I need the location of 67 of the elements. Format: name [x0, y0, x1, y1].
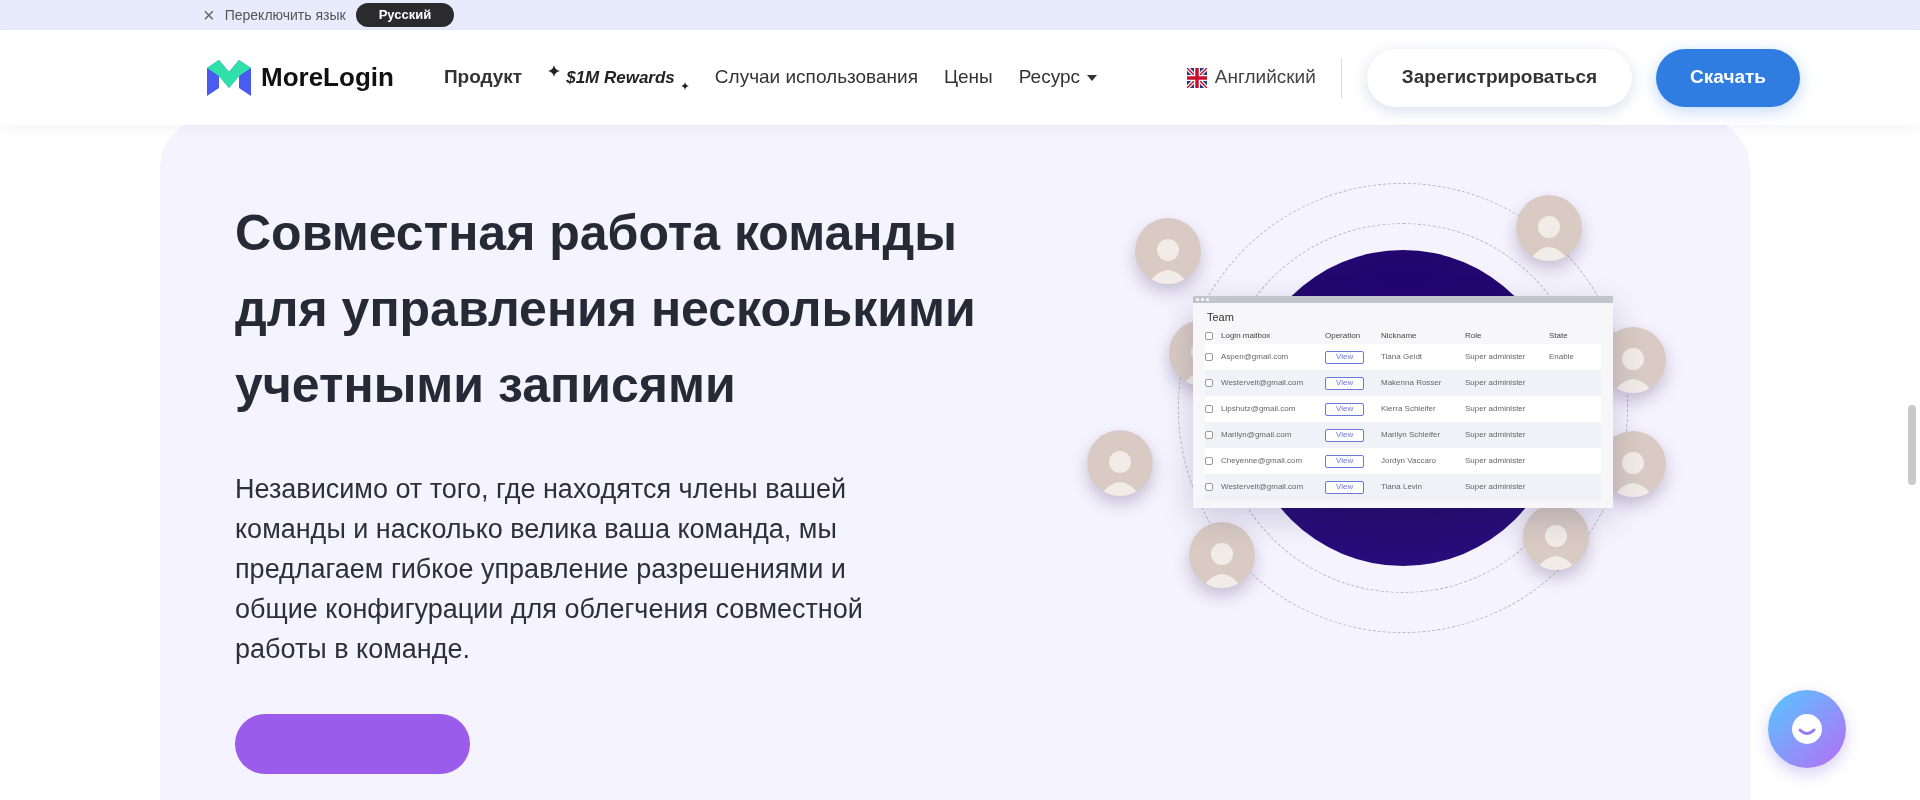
view-button[interactable]: View	[1325, 376, 1365, 390]
hero-description: Независимо от того, где находятся члены вашей команды и насколько велика ваша команда, мы предлагаем гибкое управление разрешениями и общие конфигурации для облегчения совместной работы в команде.	[235, 473, 864, 666]
table-cell: Enable	[1549, 351, 1574, 364]
caret-icon	[1086, 73, 1098, 82]
language-text: Английский	[1214, 65, 1316, 90]
avatar-placeholder	[1189, 522, 1255, 588]
checkbox[interactable]	[1205, 483, 1213, 492]
table-cell: Westervelt@gmail.com	[1221, 481, 1304, 494]
language-prompt: Переключить язык	[224, 5, 346, 25]
language-button[interactable]: Русский	[355, 3, 455, 27]
sparkle-icon	[680, 82, 689, 91]
register-button[interactable]: Зарегистрироваться	[1366, 48, 1633, 107]
hero-title: Совместная работа команды для управления несколькими учетными записями	[235, 204, 977, 415]
checkbox[interactable]	[1205, 332, 1213, 341]
download-button[interactable]: Скачать	[1656, 48, 1800, 107]
nav-link[interactable]: Случаи использования	[714, 63, 918, 92]
checkbox[interactable]	[1205, 405, 1213, 414]
table-cell: Cheyenne@gmail.com	[1221, 455, 1303, 468]
view-button[interactable]: View	[1325, 428, 1365, 442]
table-cell: Lipshutz@gmail.com	[1221, 403, 1296, 416]
checkbox[interactable]	[1205, 379, 1213, 388]
avatar-placeholder	[1087, 430, 1153, 496]
logo-icon	[205, 57, 253, 98]
rewards-link[interactable]: $1M Rewards	[548, 64, 689, 91]
table-cell: Jordyn Vaccaro	[1381, 455, 1436, 468]
chat-button[interactable]	[1768, 690, 1846, 768]
nav-link[interactable]: Продукт	[443, 63, 523, 92]
avatar-placeholder	[1516, 195, 1582, 261]
table-cell: Marilyn@gmail.com	[1221, 429, 1292, 442]
logo-text: MoreLogin	[261, 61, 394, 94]
nav-dropdown[interactable]: Ресурс	[1018, 63, 1098, 92]
close-button[interactable]: ×	[203, 5, 215, 25]
table-cell: Aspen@gmail.com	[1221, 351, 1289, 364]
table-cell: Super administer	[1465, 403, 1526, 416]
column-header: Operation	[1325, 330, 1361, 343]
view-button[interactable]: View	[1325, 402, 1365, 416]
table-cell: Marilyn Schleifer	[1381, 429, 1441, 442]
table-cell: Super administer	[1465, 429, 1526, 442]
column-header: Login mailbox	[1221, 330, 1271, 343]
view-button[interactable]: View	[1325, 454, 1365, 468]
nav-link[interactable]: Цены	[943, 63, 993, 92]
table-cell: Tiana Levin	[1381, 481, 1423, 494]
rewards-text: $1M Rewards	[566, 66, 675, 89]
view-button[interactable]: View	[1325, 350, 1365, 364]
table-cell: Tiana Geidt	[1381, 351, 1423, 364]
column-header: Nickname	[1381, 330, 1417, 343]
avatar-placeholder	[1135, 218, 1201, 284]
cta-button[interactable]	[235, 714, 470, 774]
chat-icon	[1789, 711, 1825, 747]
language-link[interactable]: Английский	[1186, 63, 1316, 92]
scrollbar-thumb[interactable]	[1908, 405, 1916, 485]
column-header: State	[1549, 330, 1568, 343]
checkbox[interactable]	[1205, 431, 1213, 440]
checkbox[interactable]	[1205, 457, 1213, 466]
table-cell: Makenna Rosser	[1381, 377, 1442, 390]
table-cell: Westervelt@gmail.com	[1221, 377, 1304, 390]
table-cell: Kierra Schleifer	[1381, 403, 1436, 416]
checkbox[interactable]	[1205, 353, 1213, 362]
view-button[interactable]: View	[1325, 480, 1365, 494]
column-header: Role	[1465, 330, 1482, 343]
table-cell: Super administer	[1465, 351, 1526, 364]
table-cell: Super administer	[1465, 481, 1526, 494]
window-title: Team	[1206, 310, 1235, 325]
table-cell: Super administer	[1465, 455, 1526, 468]
flag-icon	[1186, 67, 1207, 88]
table-cell: Super administer	[1465, 377, 1526, 390]
sparkle-icon	[548, 64, 561, 77]
